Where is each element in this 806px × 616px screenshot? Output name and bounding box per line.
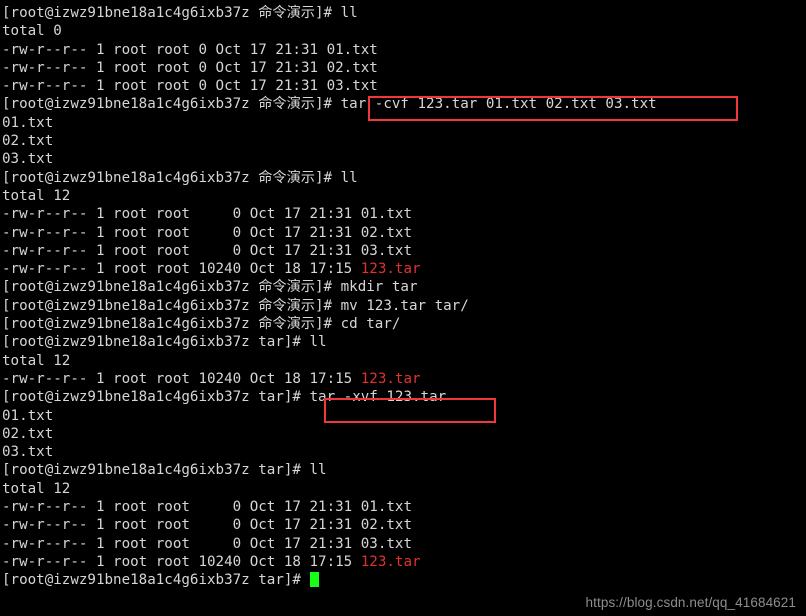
terminal-line: 03.txt xyxy=(2,150,806,168)
terminal-line: [root@izwz91bne18a1c4g6ixb37z tar]# ll xyxy=(2,461,806,479)
terminal-line: -rw-r--r-- 1 root root 0 Oct 17 21:31 03… xyxy=(2,535,806,553)
terminal-text: [root@izwz91bne18a1c4g6ixb37z 命令演示]# ll xyxy=(2,169,358,186)
terminal-text: [root@izwz91bne18a1c4g6ixb37z 命令演示]# ll xyxy=(2,5,358,21)
terminal-line: -rw-r--r-- 1 root root 0 Oct 17 21:31 02… xyxy=(2,224,806,242)
terminal-line: total 0 xyxy=(2,22,806,40)
terminal-line: -rw-r--r-- 1 root root 10240 Oct 18 17:1… xyxy=(2,260,806,278)
terminal-text: total 12 xyxy=(2,187,71,204)
archive-filename: 123.tar xyxy=(360,261,421,278)
terminal-line: [root@izwz91bne18a1c4g6ixb37z 命令演示]# ll xyxy=(2,4,806,22)
terminal-line: -rw-r--r-- 1 root root 0 Oct 17 21:31 01… xyxy=(2,41,806,59)
terminal-line: 01.txt xyxy=(2,114,806,132)
terminal-text: tar -xvf 123.tar xyxy=(309,389,447,406)
terminal-output: [root@izwz91bne18a1c4g6ixb37z 命令演示]# ll t… xyxy=(2,4,806,590)
terminal-text: -rw-r--r-- 1 root root 0 Oct 17 21:31 02… xyxy=(2,517,412,534)
terminal-line: [root@izwz91bne18a1c4g6ixb37z 命令演示]# cd … xyxy=(2,315,806,333)
archive-filename: 123.tar xyxy=(360,370,421,387)
terminal-text: total 0 xyxy=(2,23,62,40)
terminal-line: -rw-r--r-- 1 root root 0 Oct 17 21:31 02… xyxy=(2,59,806,77)
terminal-line: total 12 xyxy=(2,187,806,205)
terminal-line: -rw-r--r-- 1 root root 10240 Oct 18 17:1… xyxy=(2,553,806,571)
terminal-text: 03.txt xyxy=(2,444,54,461)
terminal-line: -rw-r--r-- 1 root root 0 Oct 17 21:31 01… xyxy=(2,498,806,516)
terminal-text: 01.txt xyxy=(2,114,54,131)
terminal-text: [root@izwz91bne18a1c4g6ixb37z tar]# xyxy=(2,389,310,406)
terminal-text: [root@izwz91bne18a1c4g6ixb37z 命令演示]# mv … xyxy=(2,297,469,314)
terminal-window[interactable]: [root@izwz91bne18a1c4g6ixb37z 命令演示]# ll t… xyxy=(0,0,806,616)
terminal-text: [root@izwz91bne18a1c4g6ixb37z 命令演示]# cd … xyxy=(2,316,401,333)
terminal-text: -rw-r--r-- 1 root root 0 Oct 17 21:31 01… xyxy=(2,206,412,223)
terminal-line: total 12 xyxy=(2,480,806,498)
terminal-text: [root@izwz91bne18a1c4g6ixb37z 命令演示]# mkd… xyxy=(2,279,418,296)
terminal-line: 02.txt xyxy=(2,425,806,443)
terminal-text: 01.txt xyxy=(2,407,54,424)
terminal-text: total 12 xyxy=(2,352,71,369)
terminal-line: [root@izwz91bne18a1c4g6ixb37z 命令演示]# mv … xyxy=(2,297,806,315)
terminal-text: total 12 xyxy=(2,480,71,497)
terminal-text: tar -cvf 123.tar 01.txt 02.txt 03.txt xyxy=(340,96,657,113)
terminal-text: [root@izwz91bne18a1c4g6ixb37z tar]# ll xyxy=(2,334,327,351)
terminal-line: total 12 xyxy=(2,352,806,370)
terminal-text: -rw-r--r-- 1 root root 0 Oct 17 21:31 02… xyxy=(2,59,378,76)
terminal-text: -rw-r--r-- 1 root root 0 Oct 17 21:31 02… xyxy=(2,224,412,241)
terminal-line: -rw-r--r-- 1 root root 0 Oct 17 21:31 01… xyxy=(2,205,806,223)
terminal-line: -rw-r--r-- 1 root root 0 Oct 17 21:31 03… xyxy=(2,242,806,260)
terminal-line: 03.txt xyxy=(2,443,806,461)
terminal-text: 02.txt xyxy=(2,133,54,150)
terminal-line: [root@izwz91bne18a1c4g6ixb37z tar]# tar … xyxy=(2,388,806,406)
terminal-text: -rw-r--r-- 1 root root 10240 Oct 18 17:1… xyxy=(2,553,361,570)
terminal-line: [root@izwz91bne18a1c4g6ixb37z 命令演示]# ll xyxy=(2,169,806,187)
terminal-text: [root@izwz91bne18a1c4g6ixb37z 命令演示]# xyxy=(2,96,341,113)
terminal-line: [root@izwz91bne18a1c4g6ixb37z tar]# ll xyxy=(2,333,806,351)
terminal-line: [root@izwz91bne18a1c4g6ixb37z 命令演示]# tar… xyxy=(2,95,806,113)
terminal-line: 01.txt xyxy=(2,407,806,425)
terminal-cursor xyxy=(309,572,319,588)
terminal-text: -rw-r--r-- 1 root root 0 Oct 17 21:31 03… xyxy=(2,242,412,259)
terminal-text: [root@izwz91bne18a1c4g6ixb37z tar]# xyxy=(2,572,310,589)
terminal-line: -rw-r--r-- 1 root root 0 Oct 17 21:31 03… xyxy=(2,77,806,95)
watermark-text: https://blog.csdn.net/qq_41684621 xyxy=(585,595,796,610)
terminal-line: -rw-r--r-- 1 root root 10240 Oct 18 17:1… xyxy=(2,370,806,388)
terminal-text: 03.txt xyxy=(2,151,54,168)
terminal-text: -rw-r--r-- 1 root root 0 Oct 17 21:31 01… xyxy=(2,499,412,516)
terminal-line: -rw-r--r-- 1 root root 0 Oct 17 21:31 02… xyxy=(2,516,806,534)
terminal-text: -rw-r--r-- 1 root root 0 Oct 17 21:31 03… xyxy=(2,535,412,552)
terminal-line: [root@izwz91bne18a1c4g6ixb37z 命令演示]# mkd… xyxy=(2,278,806,296)
terminal-line: [root@izwz91bne18a1c4g6ixb37z tar]# xyxy=(2,571,806,589)
terminal-line: 02.txt xyxy=(2,132,806,150)
terminal-text: -rw-r--r-- 1 root root 0 Oct 17 21:31 01… xyxy=(2,41,378,58)
terminal-text: [root@izwz91bne18a1c4g6ixb37z tar]# ll xyxy=(2,462,327,479)
terminal-text: -rw-r--r-- 1 root root 0 Oct 17 21:31 03… xyxy=(2,78,378,95)
archive-filename: 123.tar xyxy=(360,553,421,570)
terminal-text: 02.txt xyxy=(2,425,54,442)
terminal-text: -rw-r--r-- 1 root root 10240 Oct 18 17:1… xyxy=(2,261,361,278)
terminal-text: -rw-r--r-- 1 root root 10240 Oct 18 17:1… xyxy=(2,370,361,387)
